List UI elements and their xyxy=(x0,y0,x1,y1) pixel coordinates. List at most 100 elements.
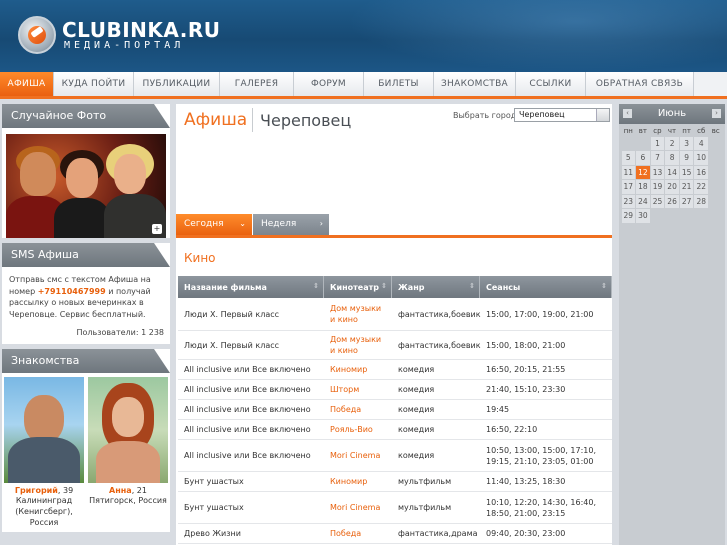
calendar-prev-icon[interactable]: ‹ xyxy=(623,109,632,118)
calendar-day[interactable]: 5 xyxy=(621,151,636,165)
nav-item[interactable]: ПУБЛИКАЦИИ xyxy=(134,72,220,96)
nav-item[interactable]: КУДА ПОЙТИ xyxy=(54,72,134,96)
cinema-link[interactable]: Дом музыки и кино xyxy=(324,331,392,359)
sms-description: Отправь смс с текстом Афиша на номер +79… xyxy=(2,267,170,324)
genre: фантастика,боевик xyxy=(398,309,481,319)
nav-item[interactable]: БИЛЕТЫ xyxy=(364,72,434,96)
calendar-day[interactable]: 2 xyxy=(665,136,679,151)
column-header[interactable]: Сеансы ⇕ xyxy=(480,276,612,298)
calendar-day[interactable]: 11 xyxy=(621,165,636,180)
nav-item[interactable]: ЗНАКОМСТВА xyxy=(434,72,516,96)
calendar-day[interactable]: 20 xyxy=(665,180,679,194)
profile-age: , 21 xyxy=(131,486,147,495)
calendar-month: Июнь xyxy=(657,108,687,119)
dropdown-arrow-icon[interactable] xyxy=(596,109,609,121)
avatar[interactable] xyxy=(88,377,168,483)
nav-item[interactable]: АФИША xyxy=(0,72,54,96)
calendar-day[interactable]: 28 xyxy=(694,194,709,209)
cinema-link[interactable]: Mori Cinema xyxy=(324,440,392,471)
showtimes: 09:40, 20:30, 23:00 xyxy=(486,529,566,538)
photo-person xyxy=(54,198,110,238)
calendar-day[interactable]: 14 xyxy=(665,165,679,180)
calendar-day[interactable]: 13 xyxy=(650,165,665,180)
nav-item[interactable]: ГАЛЕРЕЯ xyxy=(220,72,294,96)
column-header[interactable]: Жанр ⇕ xyxy=(392,276,480,298)
cinema-link[interactable]: Mori Cinema xyxy=(324,492,392,523)
sort-icon[interactable]: ⇕ xyxy=(601,282,607,290)
dating-list: Григорий, 39 Калининград (Кенигсберг), Р… xyxy=(2,373,170,532)
calendar-day[interactable]: 26 xyxy=(665,194,679,209)
main-content: Афиша Череповец Выбрать город: Череповец… xyxy=(176,104,612,545)
calendar-day[interactable]: 6 xyxy=(636,151,650,165)
column-header[interactable]: Кинотеатр ⇕ xyxy=(324,276,392,298)
calendar-day[interactable]: 18 xyxy=(636,180,650,194)
tab-today[interactable]: Сегодня ⌄ xyxy=(176,214,252,235)
cinema-link[interactable]: Победа xyxy=(324,400,392,419)
avatar-face xyxy=(112,397,144,437)
cinema-link[interactable]: Рояль-Вио xyxy=(324,420,392,439)
calendar-day[interactable]: 22 xyxy=(694,180,709,194)
tab-week[interactable]: Неделя › xyxy=(253,214,329,235)
tab-week-label: Неделя xyxy=(261,219,297,229)
sort-icon[interactable]: ⇕ xyxy=(469,282,475,290)
cinema-link[interactable]: Киномир xyxy=(324,472,392,491)
nav-item[interactable]: ФОРУМ xyxy=(294,72,364,96)
photo-face xyxy=(20,152,56,196)
calendar-day[interactable]: 16 xyxy=(694,165,709,180)
calendar-day[interactable]: 25 xyxy=(650,194,665,209)
calendar-weekday: вт xyxy=(638,127,647,135)
cinema-link[interactable]: Шторм xyxy=(324,380,392,399)
sort-icon[interactable]: ⇕ xyxy=(313,282,319,290)
chevron-right-icon: › xyxy=(319,219,323,228)
calendar-day[interactable]: 7 xyxy=(650,151,665,165)
calendar-day-today[interactable]: 12 xyxy=(636,165,650,180)
calendar-day[interactable]: 17 xyxy=(621,180,636,194)
profile-name-text[interactable]: Григорий xyxy=(15,486,58,495)
calendar-day[interactable]: 8 xyxy=(665,151,679,165)
logo-icon[interactable] xyxy=(18,16,56,54)
genre: мультфильм xyxy=(398,477,452,486)
film-title: Бунт ушастых xyxy=(184,503,244,512)
calendar-day[interactable]: 19 xyxy=(650,180,665,194)
sort-icon[interactable]: ⇕ xyxy=(381,282,387,290)
dating-profile[interactable]: Анна, 21 Пятигорск, Россия xyxy=(88,377,168,528)
calendar-day[interactable]: 4 xyxy=(694,136,709,151)
nav-item[interactable]: ССЫЛКИ xyxy=(516,72,586,96)
sms-box: SMS Афиша Отправь смс с текстом Афиша на… xyxy=(2,243,170,344)
cinema-link[interactable]: Киномир xyxy=(324,360,392,379)
calendar-day[interactable]: 23 xyxy=(621,194,636,209)
cinema-link[interactable]: Победа xyxy=(324,524,392,543)
calendar-day[interactable]: 27 xyxy=(679,194,694,209)
calendar-day[interactable]: 9 xyxy=(679,151,694,165)
zoom-icon[interactable]: + xyxy=(152,224,162,234)
dating-profile[interactable]: Григорий, 39 Калининград (Кенигсберг), Р… xyxy=(4,377,84,528)
calendar-day[interactable]: 1 xyxy=(650,136,665,151)
nav-item[interactable]: ОБРАТНАЯ СВЯЗЬ xyxy=(586,72,694,96)
profile-name-text[interactable]: Анна xyxy=(109,486,132,495)
site-header: CLUBINKA.RU МЕДИА-ПОРТАЛ xyxy=(0,0,727,72)
logo-text[interactable]: CLUBINKA.RU xyxy=(62,18,220,42)
column-header[interactable]: Название фильма ⇕ xyxy=(178,276,324,298)
calendar-weekday: пт xyxy=(682,127,691,135)
calendar-day[interactable]: 30 xyxy=(636,209,650,224)
city-select[interactable]: Череповец xyxy=(514,108,610,122)
cinema-link[interactable]: Дом музыки и кино xyxy=(324,298,392,330)
calendar-day[interactable]: 24 xyxy=(636,194,650,209)
calendar-weekday: чт xyxy=(667,127,677,135)
showtimes: 11:40, 13:25, 18:30 xyxy=(486,477,566,486)
left-sidebar: Случайное Фото + SMS Афиша Отправь смс с… xyxy=(2,104,170,537)
film-title: Люди Х. Первый класс xyxy=(184,340,280,350)
calendar-day[interactable]: 3 xyxy=(679,136,694,151)
calendar-next-icon[interactable]: › xyxy=(712,109,721,118)
film-title: All inclusive или Все включено xyxy=(184,405,311,414)
avatar[interactable] xyxy=(4,377,84,483)
calendar-day[interactable]: 15 xyxy=(679,165,694,180)
title-divider xyxy=(252,108,253,132)
random-photo[interactable]: + xyxy=(6,134,166,238)
calendar-header: ‹ Июнь › xyxy=(619,104,725,124)
calendar-day[interactable]: 21 xyxy=(679,180,694,194)
calendar-day[interactable]: 10 xyxy=(694,151,709,165)
header-glow xyxy=(347,0,727,72)
column-header-label: Сеансы xyxy=(486,283,521,292)
calendar-day[interactable]: 29 xyxy=(621,209,636,224)
